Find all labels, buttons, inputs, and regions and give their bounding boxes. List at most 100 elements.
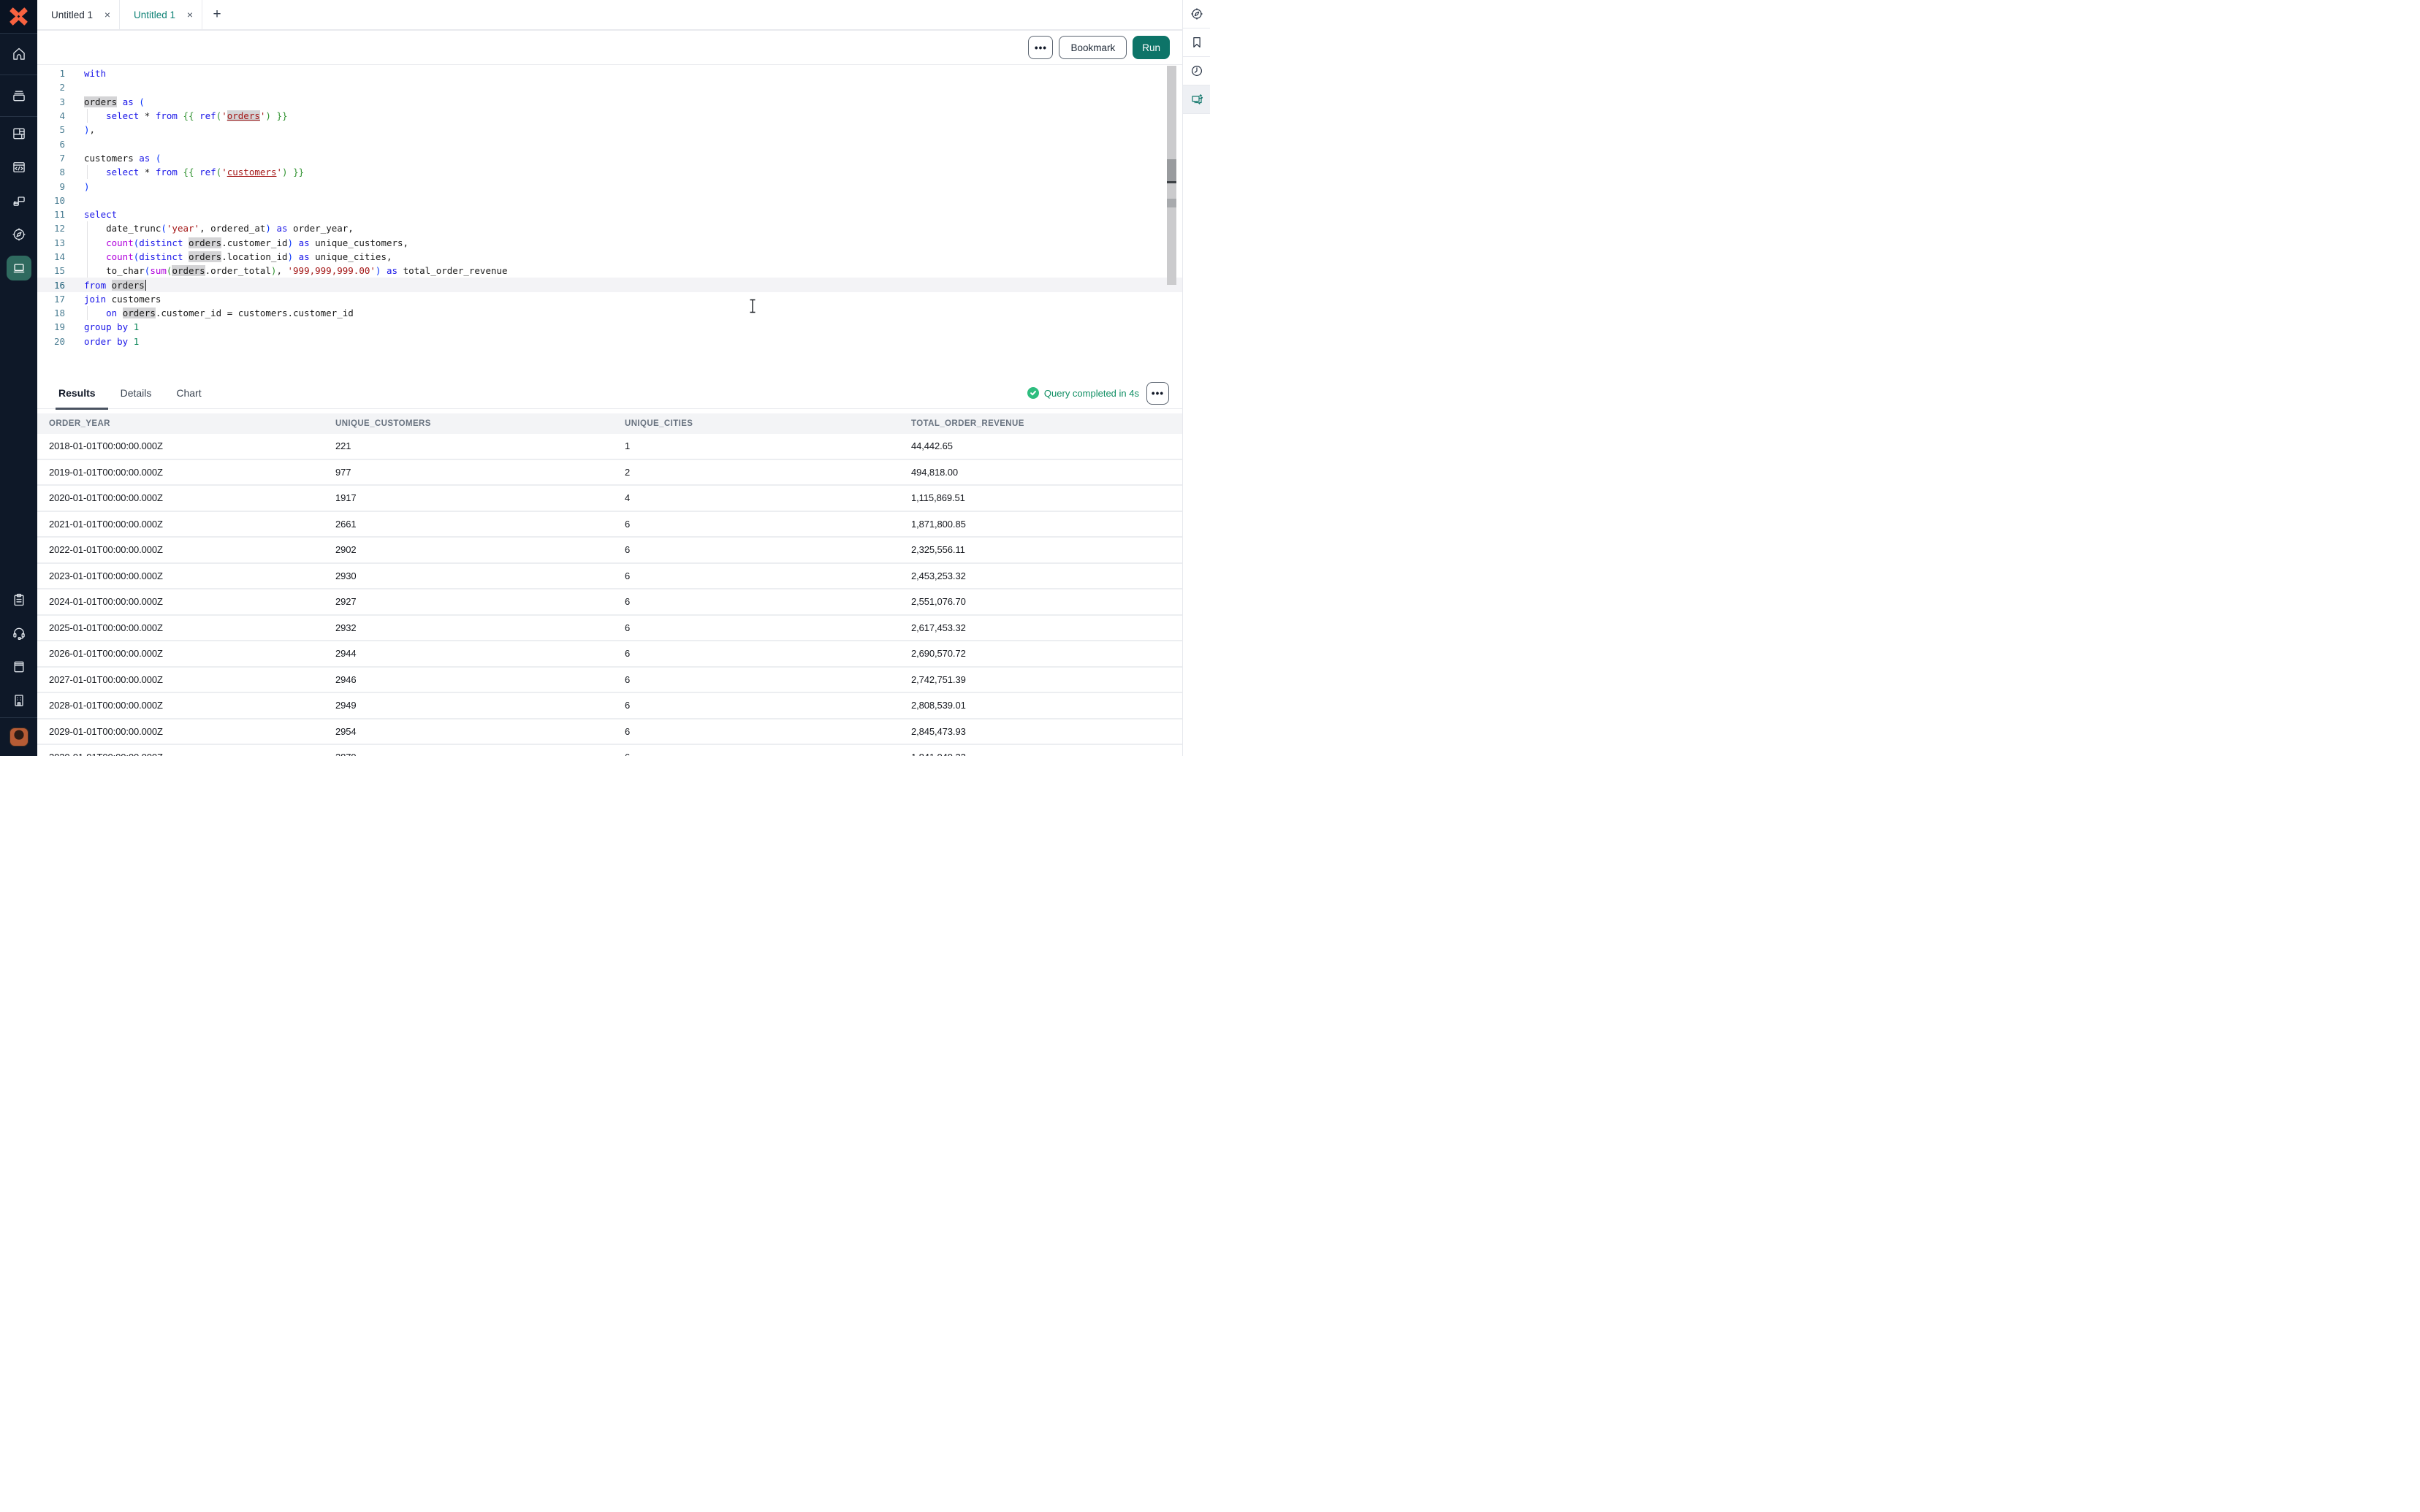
code-line[interactable]: 13 count(distinct orders.customer_id) as… <box>37 236 1182 250</box>
table-cell: 1,841,049.32 <box>899 752 1182 756</box>
more-options-button[interactable]: ••• <box>1028 36 1053 59</box>
bookmark-button[interactable]: Bookmark <box>1059 36 1127 59</box>
sidebar-item-code-editor[interactable] <box>0 150 37 184</box>
sidebar-item-home[interactable] <box>0 34 37 75</box>
code-line[interactable]: 7customers as ( <box>37 151 1182 165</box>
sidebar-item-changelog[interactable] <box>0 583 37 616</box>
table-cell: 2022-01-01T00:00:00.000Z <box>37 544 324 555</box>
table-row[interactable]: 2029-01-01T00:00:00.000Z295462,845,473.9… <box>37 719 1182 746</box>
code-line[interactable]: 4 select * from {{ ref('orders') }} <box>37 109 1182 123</box>
table-row[interactable]: 2018-01-01T00:00:00.000Z221144,442.65 <box>37 434 1182 460</box>
sidebar-item-support[interactable] <box>0 616 37 650</box>
new-tab-button[interactable]: + <box>202 0 232 29</box>
clipboard-icon <box>12 592 26 607</box>
sidebar-item-archive[interactable] <box>0 75 37 116</box>
rail-item-history[interactable] <box>1183 57 1210 85</box>
sidebar-item-organization[interactable] <box>0 684 37 717</box>
line-number: 19 <box>37 321 84 332</box>
code-line[interactable]: 14 count(distinct orders.location_id) as… <box>37 250 1182 264</box>
left-sidebar <box>0 0 37 756</box>
column-header-unique-cities[interactable]: UNIQUE_CITIES <box>613 419 899 428</box>
code-line[interactable]: 9) <box>37 179 1182 193</box>
code-line[interactable]: 15 to_char(sum(orders.order_total), '999… <box>37 264 1182 278</box>
code-line[interactable]: 10 <box>37 194 1182 207</box>
column-header-unique-customers[interactable]: UNIQUE_CUSTOMERS <box>324 419 613 428</box>
table-cell: 2028-01-01T00:00:00.000Z <box>37 700 324 711</box>
user-avatar <box>9 728 28 747</box>
code-line[interactable]: 2 <box>37 80 1182 94</box>
table-row[interactable]: 2030-01-01T00:00:00.000Z287961,841,049.3… <box>37 745 1182 756</box>
tab-untitled-1[interactable]: Untitled 1 × <box>37 0 120 29</box>
table-cell: 2024-01-01T00:00:00.000Z <box>37 596 324 607</box>
table-cell: 6 <box>613 596 899 607</box>
line-number: 12 <box>37 223 84 234</box>
table-row[interactable]: 2021-01-01T00:00:00.000Z266161,871,800.8… <box>37 512 1182 538</box>
code-line[interactable]: 20order by 1 <box>37 335 1182 348</box>
column-header-order-year[interactable]: ORDER_YEAR <box>37 419 324 428</box>
editor-scrollbar-thumb[interactable] <box>1167 159 1176 181</box>
code-window-icon <box>12 160 26 175</box>
indent-guide <box>87 109 88 123</box>
table-cell: 2023-01-01T00:00:00.000Z <box>37 570 324 581</box>
table-cell: 1,871,800.85 <box>899 519 1182 530</box>
table-row[interactable]: 2025-01-01T00:00:00.000Z293262,617,453.3… <box>37 616 1182 642</box>
tab-details[interactable]: Details <box>121 387 152 399</box>
sidebar-profile[interactable] <box>0 718 37 756</box>
code-text: order by 1 <box>84 336 139 347</box>
table-row[interactable]: 2026-01-01T00:00:00.000Z294462,690,570.7… <box>37 641 1182 668</box>
code-text: on orders.customer_id = customers.custom… <box>84 308 354 318</box>
tab-chart[interactable]: Chart <box>176 387 201 399</box>
table-cell: 6 <box>613 519 899 530</box>
table-row[interactable]: 2019-01-01T00:00:00.000Z9772494,818.00 <box>37 460 1182 486</box>
table-row[interactable]: 2023-01-01T00:00:00.000Z293062,453,253.3… <box>37 564 1182 590</box>
table-cell: 1917 <box>324 492 613 503</box>
line-number: 18 <box>37 308 84 318</box>
right-rail <box>1182 0 1210 756</box>
results-more-button[interactable]: ••• <box>1146 382 1169 405</box>
code-line[interactable]: 8 select * from {{ ref('customers') }} <box>37 165 1182 179</box>
sidebar-item-terminal[interactable] <box>0 251 37 285</box>
rail-item-explore[interactable] <box>1183 0 1210 28</box>
table-header: ORDER_YEAR UNIQUE_CUSTOMERS UNIQUE_CITIE… <box>37 413 1182 434</box>
rail-item-ai-chat[interactable] <box>1183 85 1210 114</box>
line-number: 1 <box>37 68 84 79</box>
code-line[interactable]: 17join customers <box>37 292 1182 306</box>
rail-item-bookmarks[interactable] <box>1183 28 1210 57</box>
sidebar-item-lineage[interactable] <box>0 184 37 218</box>
code-line[interactable]: 12 date_trunc('year', ordered_at) as ord… <box>37 221 1182 235</box>
table-cell: 2,551,076.70 <box>899 596 1182 607</box>
table-cell: 6 <box>613 726 899 737</box>
line-number: 15 <box>37 265 84 276</box>
tab-results[interactable]: Results <box>58 387 96 399</box>
table-cell: 6 <box>613 752 899 756</box>
table-row[interactable]: 2027-01-01T00:00:00.000Z294662,742,751.3… <box>37 668 1182 694</box>
code-line[interactable]: 6 <box>37 137 1182 150</box>
brand-x-logo[interactable] <box>0 0 37 33</box>
table-row[interactable]: 2024-01-01T00:00:00.000Z292762,551,076.7… <box>37 589 1182 616</box>
code-line[interactable]: 5), <box>37 123 1182 137</box>
table-cell: 6 <box>613 544 899 555</box>
run-button[interactable]: Run <box>1133 36 1170 59</box>
sidebar-item-dashboards[interactable] <box>0 117 37 150</box>
main-area: Untitled 1 × Untitled 1 × + ••• Bookmark… <box>37 0 1182 756</box>
sidebar-item-docs[interactable] <box>0 650 37 684</box>
table-row[interactable]: 2020-01-01T00:00:00.000Z191741,115,869.5… <box>37 486 1182 512</box>
code-line[interactable]: 11select <box>37 207 1182 221</box>
tab-untitled-2[interactable]: Untitled 1 × <box>120 0 202 29</box>
table-row[interactable]: 2022-01-01T00:00:00.000Z290262,325,556.1… <box>37 538 1182 564</box>
table-cell: 977 <box>324 467 613 478</box>
code-line[interactable]: 1with <box>37 66 1182 80</box>
code-line[interactable]: 16from orders <box>37 278 1182 291</box>
history-icon <box>1190 64 1203 77</box>
table-row[interactable]: 2028-01-01T00:00:00.000Z294962,808,539.0… <box>37 693 1182 719</box>
close-icon[interactable]: × <box>186 9 194 20</box>
sql-editor[interactable]: 1with23orders as (4 select * from {{ ref… <box>37 65 1182 378</box>
sidebar-item-explore[interactable] <box>0 218 37 251</box>
code-line[interactable]: 19group by 1 <box>37 320 1182 334</box>
table-cell: 2944 <box>324 648 613 659</box>
editor-scrollbar-decoration <box>1167 199 1176 207</box>
column-header-total-order-revenue[interactable]: TOTAL_ORDER_REVENUE <box>899 419 1182 428</box>
code-line[interactable]: 3orders as ( <box>37 95 1182 109</box>
close-icon[interactable]: × <box>103 9 112 20</box>
code-line[interactable]: 18 on orders.customer_id = customers.cus… <box>37 306 1182 320</box>
